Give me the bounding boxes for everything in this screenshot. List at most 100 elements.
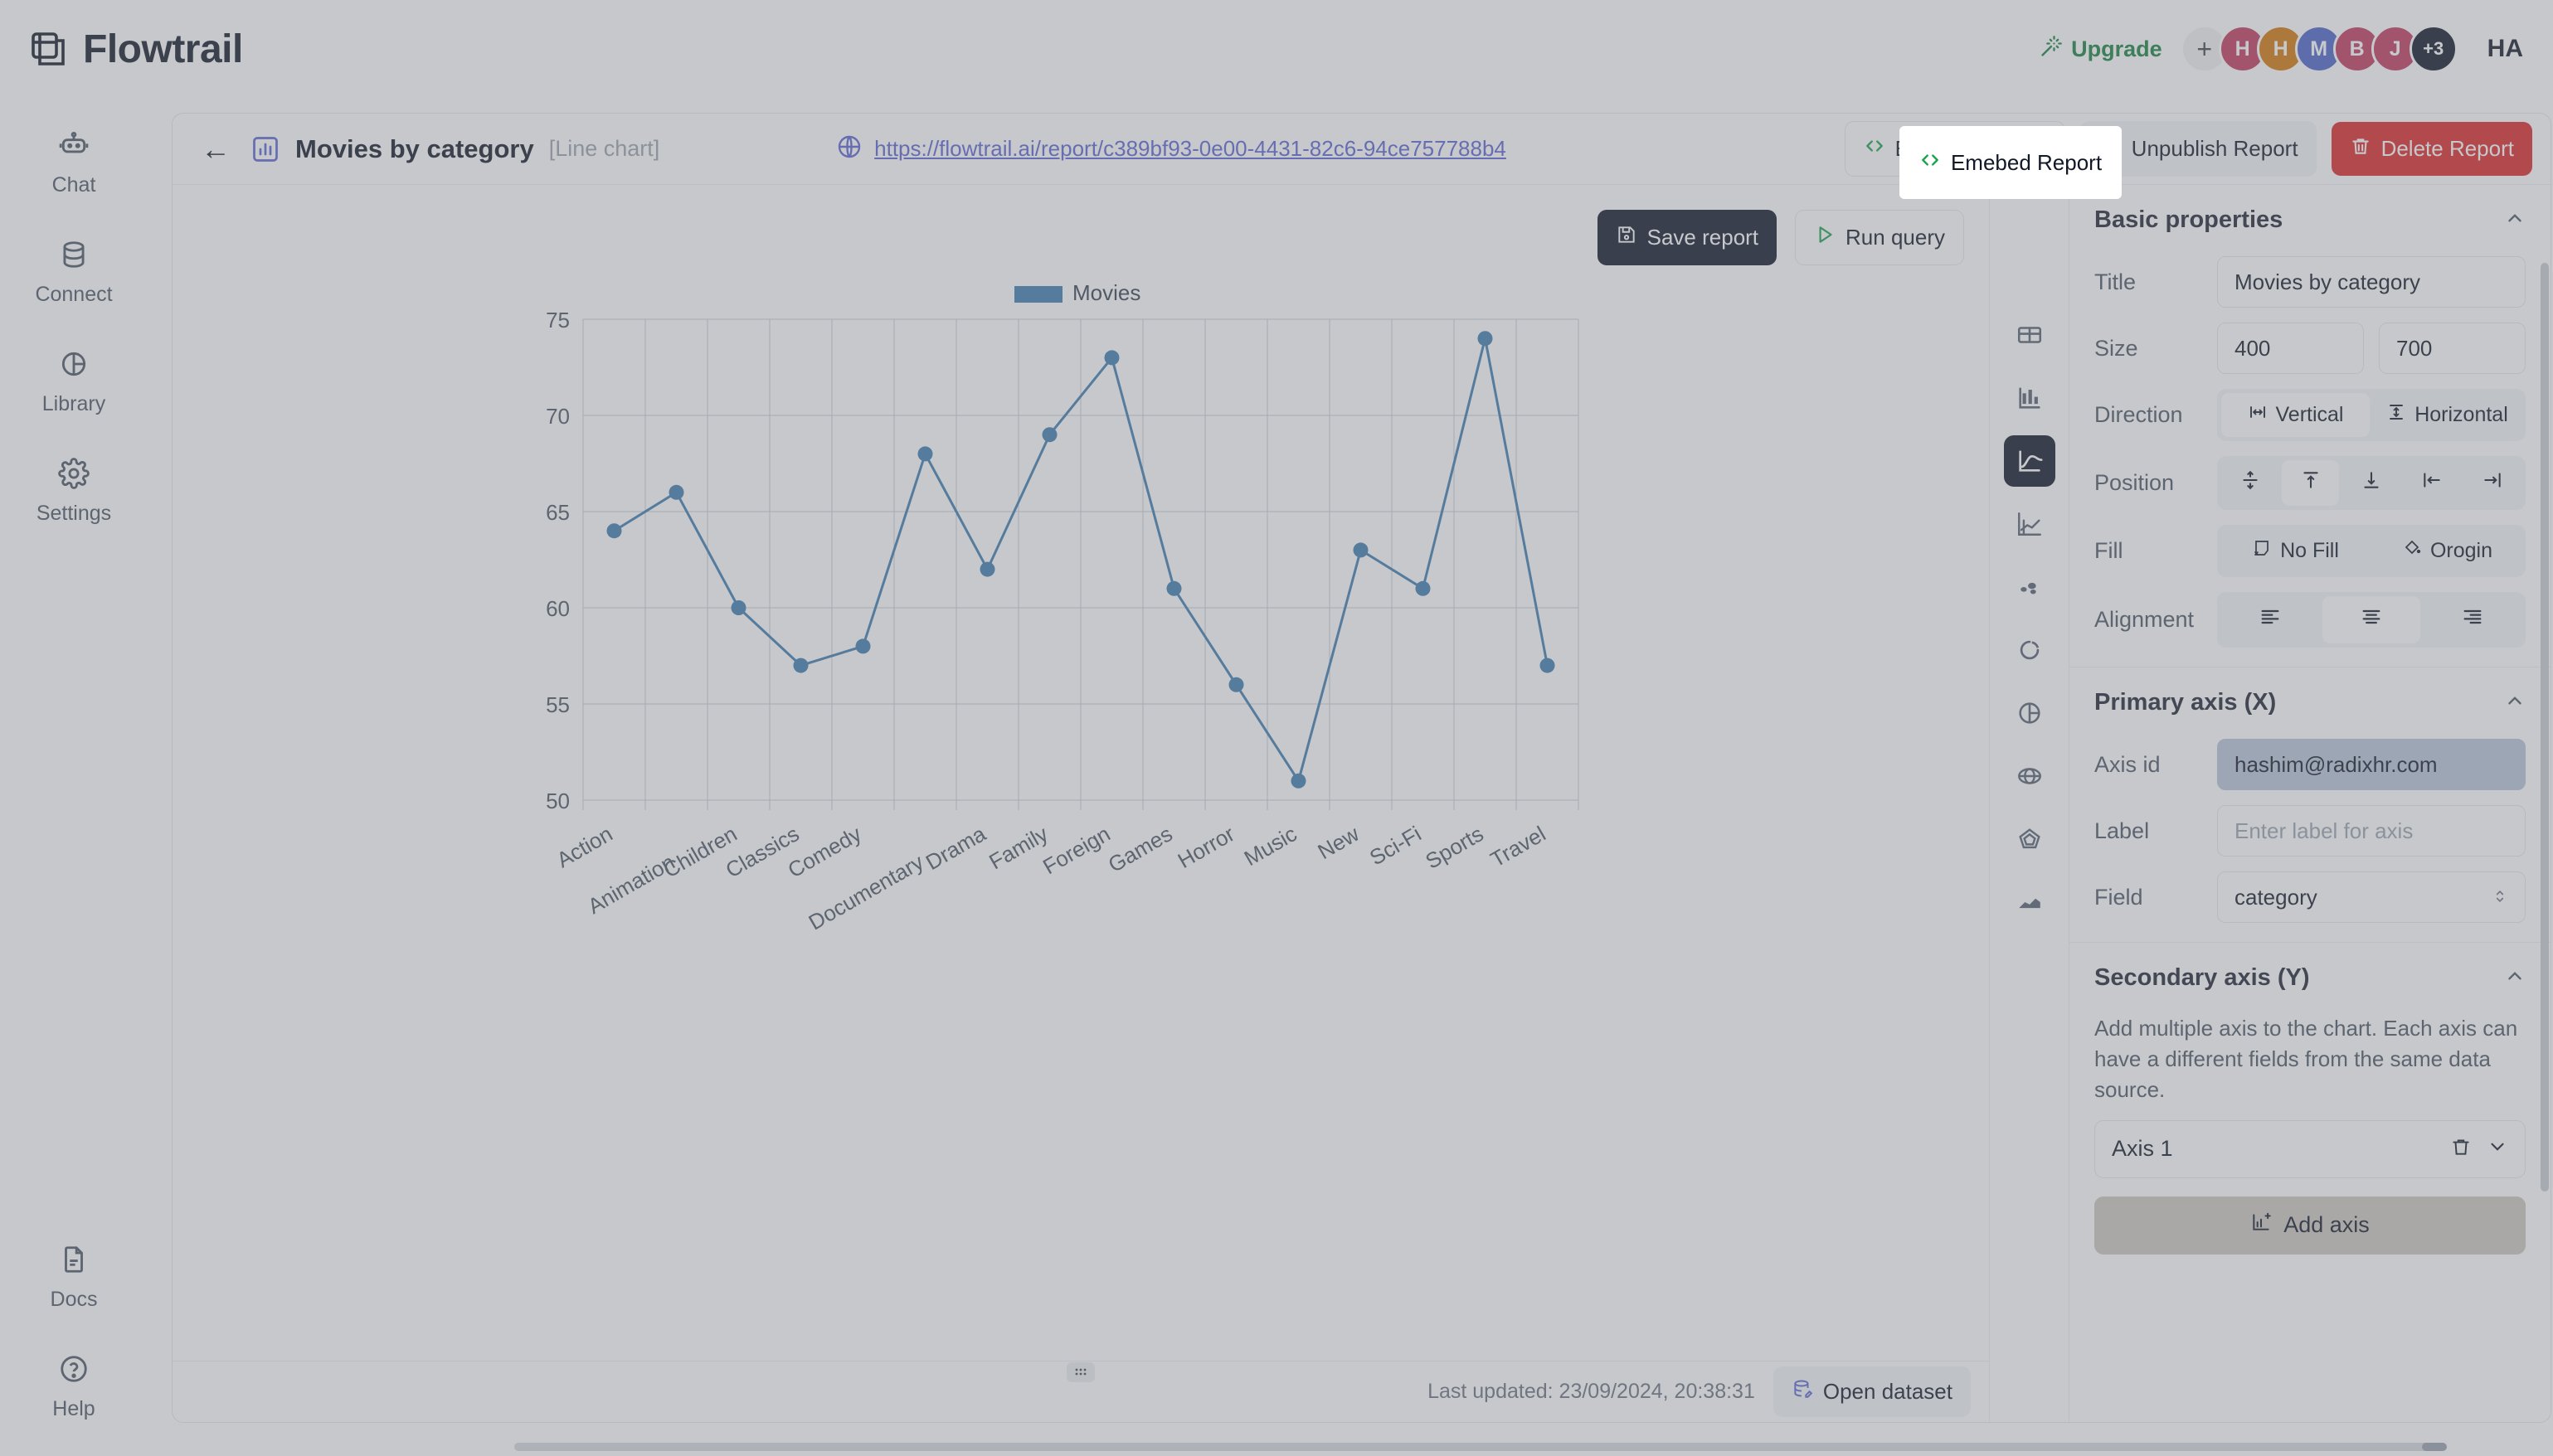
donut-chart-type-button[interactable]	[2004, 624, 2055, 676]
chevron-down-icon[interactable]	[2487, 1136, 2508, 1162]
chevron-up-icon[interactable]	[2504, 965, 2526, 992]
report-header: ← Movies by category [Line chart] https:…	[173, 114, 2551, 185]
chevron-up-icon[interactable]	[2504, 690, 2526, 716]
page-title: Movies by category	[295, 133, 534, 163]
code-brackets-icon	[1864, 135, 1885, 163]
save-report-button[interactable]: Save report	[1597, 210, 1777, 265]
data-point	[917, 446, 933, 462]
align-center-option[interactable]	[2322, 596, 2420, 643]
combo-chart-type-button[interactable]	[2004, 498, 2055, 550]
run-query-label: Run query	[1845, 225, 1945, 250]
align-center-vertical-icon	[2239, 469, 2261, 497]
text-align-right-icon	[2461, 605, 2484, 634]
horizontal-scrollbar-thumb[interactable]	[2422, 1443, 2447, 1451]
sidebar-item-help[interactable]: Help	[12, 1340, 136, 1431]
sidebar-item-connect[interactable]: Connect	[12, 226, 136, 317]
table-chart-type-button[interactable]	[2004, 309, 2055, 361]
sidebar-item-label: Help	[52, 1397, 95, 1420]
radar-chart-type-button[interactable]	[2004, 813, 2055, 865]
avatar-group[interactable]: + H H M B J +3	[2180, 25, 2458, 73]
secondary-axis-description: Add multiple axis to the chart. Each axi…	[2094, 1016, 2518, 1102]
primary-axis-header[interactable]: Primary axis (X)	[2069, 667, 2551, 731]
chart-type-rail	[1990, 185, 2069, 1422]
add-chart-icon	[2250, 1211, 2272, 1239]
magic-wand-icon	[2040, 35, 2063, 64]
chevron-up-icon[interactable]	[2504, 207, 2526, 234]
data-point	[1042, 427, 1058, 443]
fill-origin-option[interactable]: Orogin	[2373, 529, 2521, 573]
bar-chart-type-button[interactable]	[2004, 372, 2055, 424]
basic-properties-header[interactable]: Basic properties	[2069, 185, 2551, 249]
size-height-input[interactable]: 700	[2379, 323, 2526, 374]
axis-1-row[interactable]: Axis 1	[2094, 1119, 2526, 1178]
upgrade-label: Upgrade	[2071, 36, 2162, 61]
position-right-option[interactable]	[2464, 460, 2521, 506]
data-point	[731, 600, 746, 615]
open-dataset-button[interactable]: Open dataset	[1773, 1366, 1971, 1417]
position-segmented-control	[2217, 456, 2526, 510]
vertical-arrows-icon	[2248, 402, 2268, 428]
radial-chart-type-button[interactable]	[2004, 750, 2055, 802]
size-label: Size	[2094, 335, 2138, 361]
position-left-option[interactable]	[2404, 460, 2461, 506]
axis-field-property-row: Field category	[2069, 864, 2551, 930]
trash-icon[interactable]	[2450, 1136, 2472, 1162]
svg-text:65: 65	[546, 500, 570, 525]
fill-segmented-control: No Fill Orogin	[2217, 525, 2526, 577]
axis-label-label: Label	[2094, 818, 2150, 843]
user-initials[interactable]: HA	[2487, 35, 2523, 63]
alignment-segmented-control	[2217, 592, 2526, 648]
chart-legend: Movies	[1014, 280, 1140, 305]
upgrade-button[interactable]: Upgrade	[2040, 35, 2162, 64]
x-axis-tick-label: Music	[1240, 821, 1301, 871]
chevron-updown-icon	[2492, 885, 2508, 910]
direction-vertical-option[interactable]: Vertical	[2221, 393, 2370, 437]
delete-report-button[interactable]: Delete Report	[2331, 122, 2532, 176]
axis-label-input[interactable]: Enter label for axis	[2217, 805, 2526, 857]
run-query-button[interactable]: Run query	[1795, 210, 1964, 265]
position-center-option[interactable]	[2221, 460, 2278, 506]
fill-none-option[interactable]: No Fill	[2221, 529, 2370, 573]
sidebar-item-chat[interactable]: Chat	[12, 116, 136, 207]
title-label: Title	[2094, 269, 2137, 294]
axis-id-input[interactable]: hashim@radixhr.com	[2217, 739, 2526, 790]
sidebar-item-settings[interactable]: Settings	[12, 444, 136, 536]
fill-none-label: No Fill	[2280, 539, 2339, 562]
align-left-option[interactable]	[2221, 596, 2319, 643]
x-axis-tick-label: Horror	[1174, 821, 1239, 873]
play-icon	[1814, 224, 1836, 251]
data-point	[669, 484, 684, 500]
properties-scrollbar[interactable]	[2541, 263, 2549, 1191]
sidebar-item-library[interactable]: Library	[12, 335, 136, 426]
avatar-overflow-count[interactable]: +3	[2409, 25, 2458, 73]
add-axis-button[interactable]: Add axis	[2094, 1196, 2526, 1255]
horizontal-scrollbar[interactable]	[514, 1443, 2447, 1451]
report-url-link[interactable]: https://flowtrail.ai/report/c389bf93-0e0…	[874, 136, 1506, 162]
embed-report-button-highlighted[interactable]: Emebed Report	[1900, 135, 2121, 190]
paint-bucket-icon	[2402, 538, 2422, 564]
direction-segmented-control: Vertical Horizontal	[2217, 389, 2526, 441]
title-input[interactable]: Movies by category	[2217, 256, 2526, 308]
line-chart-type-button[interactable]	[2003, 435, 2055, 487]
scatter-chart-type-button[interactable]	[2004, 561, 2055, 613]
brand-logo[interactable]: Flowtrail	[0, 27, 243, 72]
position-bottom-option[interactable]	[2342, 460, 2400, 506]
size-width-input[interactable]: 400	[2217, 323, 2364, 374]
back-arrow-icon[interactable]: ←	[196, 131, 236, 167]
secondary-axis-header[interactable]: Secondary axis (Y)	[2069, 943, 2551, 1007]
area-chart-type-button[interactable]	[2004, 876, 2055, 928]
align-right-option[interactable]	[2424, 596, 2521, 643]
direction-horizontal-option[interactable]: Horizontal	[2373, 393, 2521, 437]
sidebar-item-label: Settings	[36, 502, 112, 525]
sidebar-item-label: Chat	[51, 173, 96, 197]
sidebar-item-docs[interactable]: Docs	[12, 1230, 136, 1322]
x-axis-tick-label: Sports	[1421, 821, 1487, 874]
movies-by-category-line-chart: Movies505560657075ActionAnimationChildre…	[546, 280, 1579, 935]
x-axis-tick-label: Sci-Fi	[1365, 821, 1426, 870]
x-axis-tick-label: New	[1313, 821, 1363, 864]
position-top-option[interactable]	[2282, 460, 2340, 506]
pie-chart-type-button[interactable]	[2004, 687, 2055, 739]
secondary-axis-title: Secondary axis (Y)	[2094, 964, 2310, 991]
axis-field-select[interactable]: category	[2217, 871, 2526, 923]
data-point	[1228, 677, 1244, 692]
